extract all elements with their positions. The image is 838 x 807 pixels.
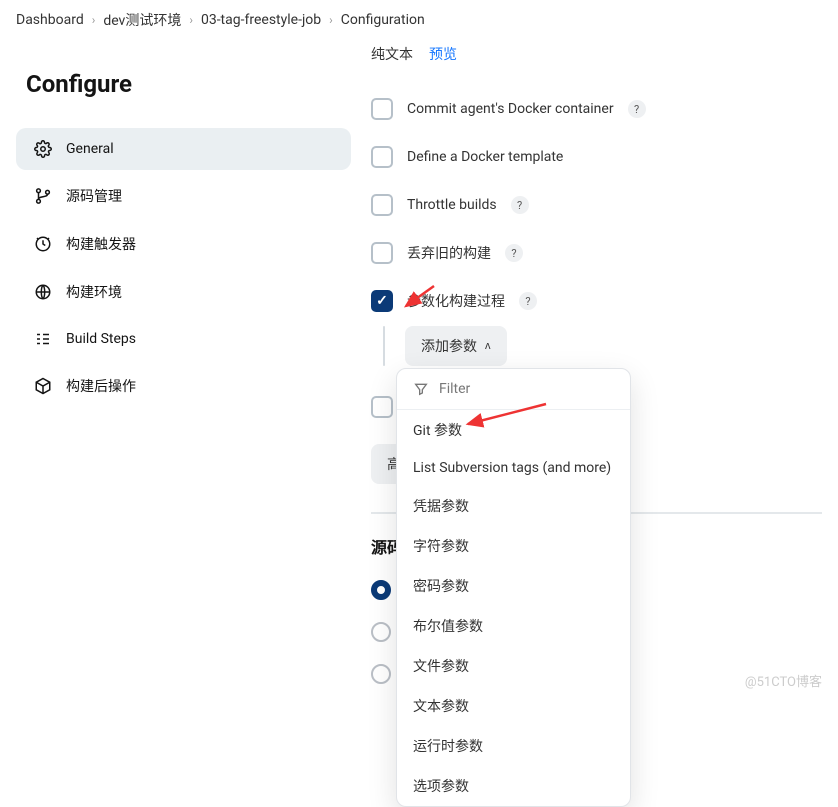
sidebar-item-label: 源码管理 bbox=[66, 186, 122, 206]
button-label: 添加参数 bbox=[421, 336, 477, 356]
breadcrumb: Dashboard › dev测试环境 › 03-tag-freestyle-j… bbox=[0, 0, 838, 40]
option-label: 丢弃旧的构建 bbox=[407, 243, 491, 263]
help-icon[interactable]: ? bbox=[519, 292, 537, 310]
option-discard-old: 丢弃旧的构建 ? bbox=[371, 242, 822, 264]
option-label: Commit agent's Docker container bbox=[407, 101, 614, 117]
dropdown-item-password[interactable]: 密码参数 bbox=[397, 566, 630, 606]
sidebar-item-scm[interactable]: 源码管理 bbox=[16, 174, 351, 218]
option-label: 参数化构建过程 bbox=[407, 291, 505, 311]
dropdown-item-git-parameter[interactable]: Git 参数 bbox=[397, 410, 630, 450]
breadcrumb-item[interactable]: dev测试环境 bbox=[103, 10, 181, 30]
option-throttle: Throttle builds ? bbox=[371, 194, 822, 216]
dropdown-item-boolean[interactable]: 布尔值参数 bbox=[397, 606, 630, 646]
dropdown-item-choice[interactable]: 选项参数 bbox=[397, 766, 630, 806]
sidebar-item-environment[interactable]: 构建环境 bbox=[16, 270, 351, 314]
globe-icon bbox=[34, 283, 52, 301]
radio-scm-option[interactable] bbox=[371, 622, 391, 642]
parameterized-block: 添加参数 ʌ bbox=[383, 326, 822, 366]
chevron-right-icon: › bbox=[92, 13, 96, 27]
radio-scm-none[interactable] bbox=[371, 580, 391, 600]
checkbox-discard-old[interactable] bbox=[371, 242, 393, 264]
steps-icon bbox=[34, 330, 52, 348]
radio-scm-option[interactable] bbox=[371, 664, 391, 684]
watermark: @51CTO博客 bbox=[745, 671, 822, 690]
option-docker-template: Define a Docker template bbox=[371, 146, 822, 168]
sidebar-item-post-build[interactable]: 构建后操作 bbox=[16, 364, 351, 408]
dropdown-item-text[interactable]: 文本参数 bbox=[397, 686, 630, 726]
sidebar-item-build-steps[interactable]: Build Steps bbox=[16, 318, 351, 360]
option-label: Define a Docker template bbox=[407, 149, 563, 165]
sidebar-item-label: 构建环境 bbox=[66, 282, 122, 302]
cube-icon bbox=[34, 377, 52, 395]
filter-icon bbox=[413, 381, 429, 397]
sidebar-item-label: 构建触发器 bbox=[66, 234, 136, 254]
sidebar-item-triggers[interactable]: 构建触发器 bbox=[16, 222, 351, 266]
gear-icon bbox=[34, 140, 52, 158]
dropdown-filter[interactable]: Filter bbox=[397, 369, 630, 410]
add-parameter-dropdown: Filter Git 参数 List Subversion tags (and … bbox=[396, 368, 631, 807]
breadcrumb-item[interactable]: Dashboard bbox=[16, 12, 84, 28]
dropdown-item-run[interactable]: 运行时参数 bbox=[397, 726, 630, 766]
page-title: Configure bbox=[26, 70, 351, 98]
clock-icon bbox=[34, 235, 52, 253]
filter-placeholder: Filter bbox=[439, 381, 470, 397]
chevron-up-icon: ʌ bbox=[485, 340, 491, 352]
dropdown-item-svn-tags[interactable]: List Subversion tags (and more) bbox=[397, 450, 630, 486]
chevron-right-icon: › bbox=[329, 13, 333, 27]
option-label: Throttle builds bbox=[407, 197, 497, 213]
help-icon[interactable]: ? bbox=[505, 244, 523, 262]
add-parameter-button[interactable]: 添加参数 ʌ bbox=[405, 326, 507, 366]
sidebar-item-label: 构建后操作 bbox=[66, 376, 136, 396]
option-parameterized: 参数化构建过程 ? bbox=[371, 290, 822, 312]
branch-icon bbox=[34, 187, 52, 205]
checkbox-parameterized[interactable] bbox=[371, 290, 393, 312]
help-icon[interactable]: ? bbox=[511, 196, 529, 214]
dropdown-item-file[interactable]: 文件参数 bbox=[397, 646, 630, 686]
sidebar-item-general[interactable]: General bbox=[16, 128, 351, 170]
sidebar-item-label: Build Steps bbox=[66, 331, 136, 347]
help-icon[interactable]: ? bbox=[628, 100, 646, 118]
tab-preview[interactable]: 预览 bbox=[429, 44, 457, 64]
sidebar-item-label: General bbox=[66, 141, 114, 157]
checkbox-docker-template[interactable] bbox=[371, 146, 393, 168]
checkbox-commit-docker[interactable] bbox=[371, 98, 393, 120]
option-commit-docker: Commit agent's Docker container ? bbox=[371, 98, 822, 120]
dropdown-item-credentials[interactable]: 凭据参数 bbox=[397, 486, 630, 526]
description-tabs: 纯文本 预览 bbox=[371, 40, 822, 72]
checkbox-throttle[interactable] bbox=[371, 194, 393, 216]
breadcrumb-item[interactable]: 03-tag-freestyle-job bbox=[201, 12, 321, 28]
tab-plaintext[interactable]: 纯文本 bbox=[371, 44, 413, 64]
breadcrumb-item[interactable]: Configuration bbox=[341, 12, 425, 28]
dropdown-item-string[interactable]: 字符参数 bbox=[397, 526, 630, 566]
checkbox-extra[interactable] bbox=[371, 396, 393, 418]
chevron-right-icon: › bbox=[189, 13, 193, 27]
